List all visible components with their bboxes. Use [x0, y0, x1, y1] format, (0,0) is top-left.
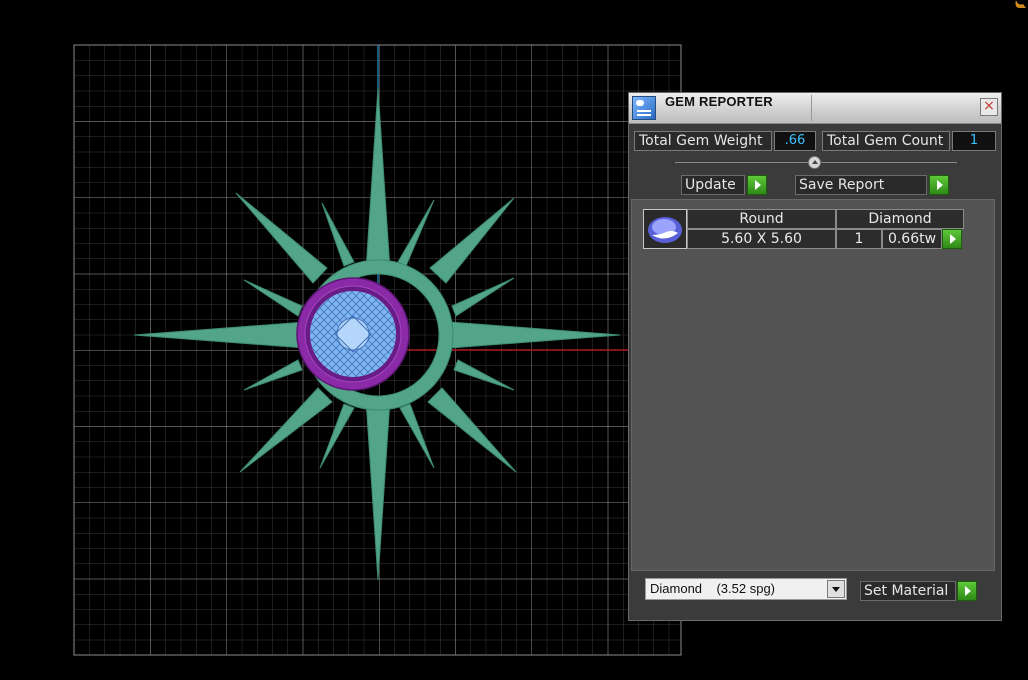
save-report-button[interactable]: [929, 175, 949, 195]
gem-list: Round Diamond 5.60 X 5.60 1 0.66tw: [631, 199, 995, 571]
set-material-button-label[interactable]: Set Material: [860, 581, 956, 601]
update-button-label[interactable]: Update: [681, 175, 745, 195]
round-gem-icon: [643, 209, 687, 249]
gem-reporter-icon: [632, 96, 656, 120]
total-gem-count-label: Total Gem Count: [822, 131, 950, 151]
panel-titlebar[interactable]: GEM REPORTER ×: [629, 93, 1001, 124]
total-gem-weight-value: .66: [774, 131, 816, 151]
total-gem-weight-label: Total Gem Weight: [634, 131, 772, 151]
close-button[interactable]: ×: [980, 98, 998, 116]
gem-shape-cell: Round: [687, 209, 836, 229]
gem-weight-cell: 0.66tw: [882, 229, 942, 249]
gem-count-cell: 1: [836, 229, 882, 249]
gem-reporter-panel: GEM REPORTER × Total Gem Weight .66 Tota…: [628, 92, 1002, 621]
corner-glyph-icon: [1015, 0, 1026, 8]
panel-title: GEM REPORTER: [665, 94, 773, 109]
gem-material-cell: Diamond: [836, 209, 964, 229]
gem-size-cell: 5.60 X 5.60: [687, 229, 836, 249]
chevron-down-icon[interactable]: [827, 580, 845, 598]
gem-row-action-button[interactable]: [942, 229, 962, 249]
update-button[interactable]: [747, 175, 767, 195]
set-material-button[interactable]: [957, 581, 977, 601]
panel-slider-knob[interactable]: [808, 156, 821, 169]
titlebar-divider: [811, 95, 812, 121]
total-gem-count-value: 1: [952, 131, 996, 151]
material-dropdown-value: Diamond (3.52 spg): [650, 581, 776, 596]
save-report-button-label[interactable]: Save Report: [795, 175, 927, 195]
material-dropdown[interactable]: Diamond (3.52 spg): [645, 578, 847, 600]
